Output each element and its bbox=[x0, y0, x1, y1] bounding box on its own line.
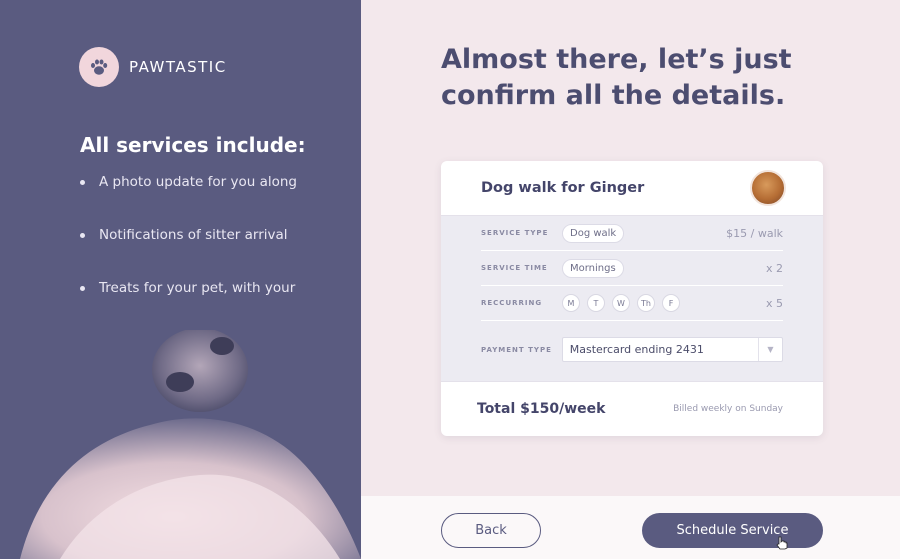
bullet-icon bbox=[80, 233, 85, 238]
chevron-down-icon[interactable]: ▼ bbox=[758, 338, 782, 361]
feature-item: A photo update for you along bbox=[80, 174, 297, 227]
day-tuesday[interactable]: T bbox=[587, 294, 605, 312]
payment-selected-value: Mastercard ending 2431 bbox=[569, 343, 704, 356]
brand-name: PAWTASTIC bbox=[129, 58, 227, 76]
pet-avatar bbox=[750, 170, 786, 206]
feature-list: A photo update for you along Notificatio… bbox=[80, 174, 297, 333]
recurring-row: RECCURRING M T W Th F x 5 bbox=[481, 286, 783, 321]
day-selector: M T W Th F bbox=[562, 294, 680, 312]
day-thursday[interactable]: Th bbox=[637, 294, 655, 312]
service-time-label: SERVICE TIME bbox=[481, 264, 548, 272]
bullet-icon bbox=[80, 286, 85, 291]
service-type-row: SERVICE TYPE Dog walk $15 / walk bbox=[481, 216, 783, 251]
card-footer: Total $150/week Billed weekly on Sunday bbox=[441, 381, 823, 436]
day-monday[interactable]: M bbox=[562, 294, 580, 312]
service-type-price: $15 / walk bbox=[726, 226, 783, 240]
card-header: Dog walk for Ginger bbox=[441, 161, 823, 216]
feature-item: Treats for your pet, with your bbox=[80, 280, 297, 333]
day-wednesday[interactable]: W bbox=[612, 294, 630, 312]
service-time-chip[interactable]: Mornings bbox=[562, 258, 624, 278]
service-type-label: SERVICE TYPE bbox=[481, 229, 549, 237]
service-type-chip[interactable]: Dog walk bbox=[562, 223, 625, 243]
recurring-label: RECCURRING bbox=[481, 299, 543, 307]
brand-logo[interactable]: PAWTASTIC bbox=[79, 47, 227, 87]
services-heading: All services include: bbox=[80, 133, 306, 157]
payment-type-label: PAYMENT TYPE bbox=[481, 345, 552, 354]
recurring-count: x 5 bbox=[765, 296, 783, 310]
card-details: SERVICE TYPE Dog walk $15 / walk SERVICE… bbox=[441, 216, 823, 381]
feature-item: Notifications of sitter arrival bbox=[80, 227, 297, 280]
booking-summary-card: Dog walk for Ginger SERVICE TYPE Dog wal… bbox=[441, 161, 823, 436]
back-button[interactable]: Back bbox=[441, 513, 541, 548]
day-friday[interactable]: F bbox=[662, 294, 680, 312]
page-title: Almost there, let’s just confirm all the… bbox=[441, 44, 792, 111]
hand-cursor-icon bbox=[776, 536, 788, 550]
billing-note: Billed weekly on Sunday bbox=[673, 404, 783, 414]
pug-photo bbox=[0, 330, 361, 559]
payment-row: PAYMENT TYPE Mastercard ending 2431 ▼ bbox=[481, 321, 783, 378]
payment-select[interactable]: Mastercard ending 2431 ▼ bbox=[561, 337, 783, 362]
bullet-icon bbox=[80, 180, 85, 185]
schedule-service-button[interactable]: Schedule Service bbox=[642, 513, 823, 548]
paw-icon bbox=[79, 47, 119, 87]
sidebar-panel: PAWTASTIC All services include: A photo … bbox=[0, 0, 361, 559]
service-time-row: SERVICE TIME Mornings x 2 bbox=[481, 251, 783, 286]
weekly-total: Total $150/week bbox=[477, 401, 606, 417]
card-title: Dog walk for Ginger bbox=[481, 180, 645, 196]
service-time-count: x 2 bbox=[765, 261, 783, 275]
